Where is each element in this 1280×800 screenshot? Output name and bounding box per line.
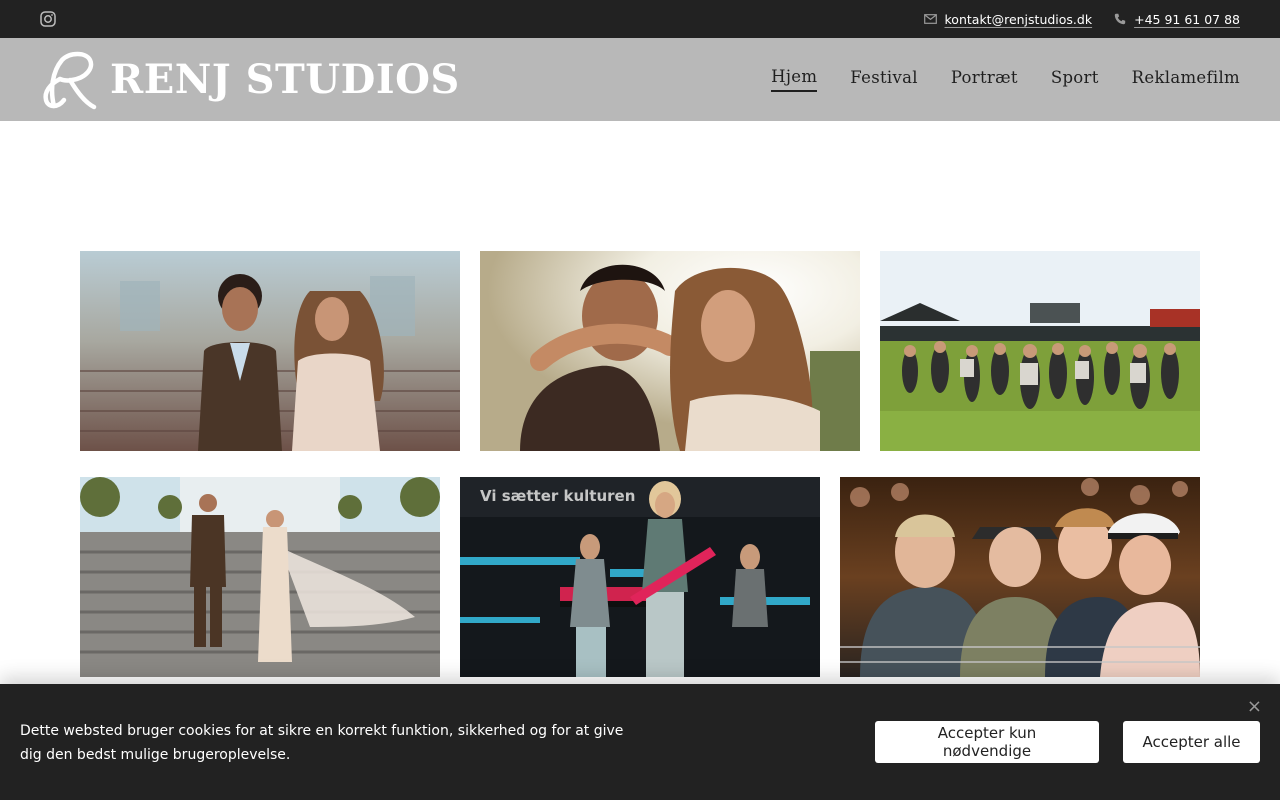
nav-item-hjem[interactable]: Hjem [771, 67, 818, 92]
email-contact: kontakt@renjstudios.dk [923, 12, 1093, 27]
mail-icon [923, 14, 937, 24]
accept-all-button[interactable]: Accepter alle [1123, 721, 1260, 763]
photo-band-on-stage[interactable]: Vi sætter kulturen [460, 477, 820, 677]
instagram-icon[interactable] [40, 11, 56, 27]
logo-r-icon [43, 51, 97, 109]
nav-item-reklamefilm[interactable]: Reklamefilm [1132, 68, 1240, 91]
email-link[interactable]: kontakt@renjstudios.dk [945, 12, 1093, 27]
brand-name: RENJ STUDIOS [110, 56, 460, 103]
nav-item-portraet[interactable]: Portræt [951, 68, 1018, 91]
photo-festival-crowd-cheering[interactable] [840, 477, 1200, 677]
cookie-message: Dette websted bruger cookies for at sikr… [20, 723, 624, 763]
accept-necessary-button[interactable]: Accepter kun nødvendige [875, 721, 1099, 763]
photo-festival-crowd-field[interactable] [880, 251, 1200, 451]
logo[interactable]: RENJ STUDIOS [40, 50, 460, 110]
photo-wedding-couple-veil[interactable] [80, 477, 440, 677]
cookie-banner: Dette websted bruger cookies for at sikr… [0, 684, 1280, 800]
nav-item-festival[interactable]: Festival [850, 68, 918, 91]
top-bar: kontakt@renjstudios.dk +45 91 61 07 88 [0, 0, 1280, 38]
nav-item-sport[interactable]: Sport [1051, 68, 1099, 91]
photo-wedding-couple-embrace[interactable] [480, 251, 860, 451]
phone-contact: +45 91 61 07 88 [1114, 12, 1240, 27]
close-icon[interactable]: × [1247, 698, 1262, 716]
main-nav: Hjem Festival Portræt Sport Reklamefilm [771, 67, 1240, 92]
contact-links: kontakt@renjstudios.dk +45 91 61 07 88 [923, 12, 1240, 27]
phone-icon [1114, 13, 1126, 25]
photo-wedding-couple-stairs[interactable] [80, 251, 460, 451]
phone-link[interactable]: +45 91 61 07 88 [1134, 12, 1240, 27]
stage-banner-text: Vi sætter kulturen [480, 487, 635, 505]
site-header: RENJ STUDIOS Hjem Festival Portræt Sport… [0, 38, 1280, 121]
